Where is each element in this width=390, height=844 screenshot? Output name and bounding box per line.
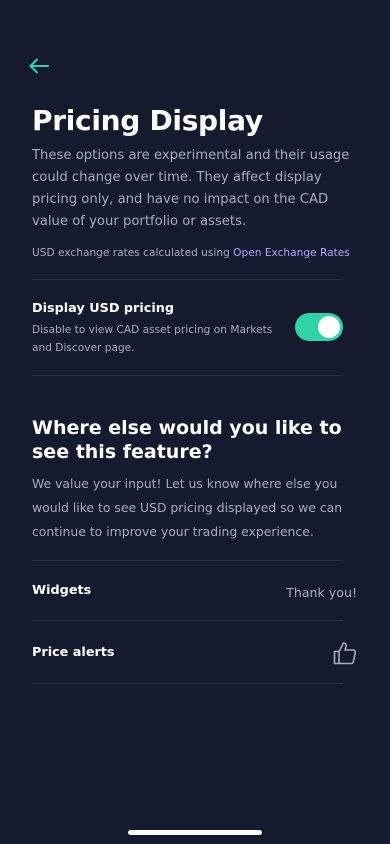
exchange-rate-note: USD exchange rates calculated using Open…	[32, 245, 350, 261]
usd-pricing-toggle[interactable]	[295, 313, 343, 341]
divider	[32, 375, 343, 376]
thumbs-up-icon	[332, 642, 358, 670]
feedback-description: We value your input! Let us know where e…	[32, 476, 343, 539]
feedback-title: Where else would you like to see this fe…	[32, 417, 342, 463]
option-label-price-alerts[interactable]: Price alerts	[32, 644, 115, 662]
setting-description: Disable to view CAD asset pricing on Mar…	[32, 324, 273, 354]
arrow-left-icon	[28, 58, 50, 78]
divider	[32, 620, 343, 621]
toggle-knob	[318, 316, 340, 338]
page-title: Pricing Display	[32, 104, 263, 137]
divider	[32, 560, 343, 561]
option-label-widgets[interactable]: Widgets	[32, 582, 91, 600]
back-button[interactable]	[28, 54, 58, 82]
thumbs-up-button[interactable]	[332, 640, 358, 666]
open-exchange-rates-link[interactable]: Open Exchange Rates	[233, 247, 350, 259]
home-indicator[interactable]	[128, 830, 262, 835]
setting-title: Display USD pricing	[32, 301, 174, 316]
divider	[32, 279, 343, 280]
thank-you-label: Thank you!	[286, 585, 357, 600]
exchange-rate-note-text: USD exchange rates calculated using	[32, 247, 234, 259]
divider	[32, 683, 343, 684]
intro-text: These options are experimental and their…	[32, 148, 350, 229]
